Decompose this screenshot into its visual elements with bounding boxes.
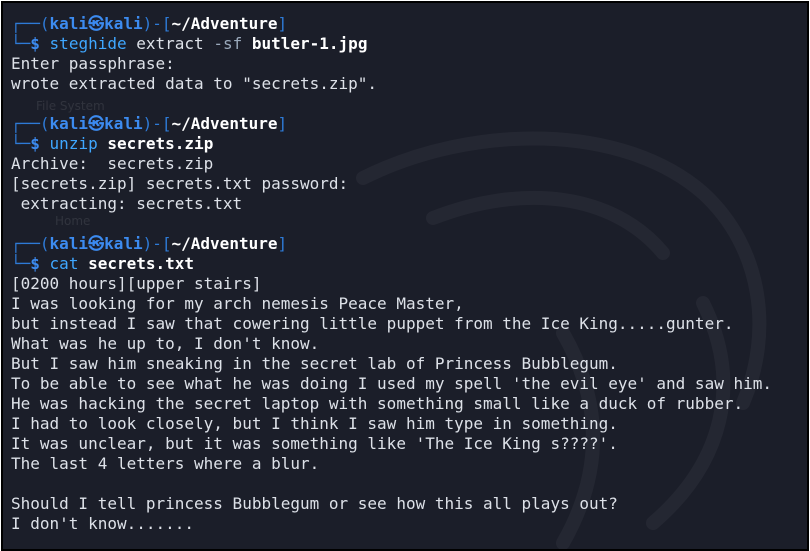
- prompt-user: kali: [49, 234, 89, 253]
- command-name: unzip: [49, 134, 98, 153]
- prompt-dollar: $: [30, 134, 40, 153]
- command-name: steghide: [49, 34, 127, 53]
- command-args: [98, 134, 108, 153]
- prompt-frame-close: ]: [277, 114, 288, 133]
- prompt-cwd: ~/Adventure: [171, 234, 278, 253]
- output-line: I was looking for my arch nemesis Peace …: [11, 294, 464, 313]
- prompt-symbol: ㉿: [88, 14, 105, 33]
- prompt-header: ┌──(kali㉿kali)-[~/Adventure]: [11, 114, 772, 134]
- output-line: But I saw him sneaking in the secret lab…: [11, 354, 618, 373]
- command-args: extract: [126, 34, 214, 53]
- output-line: [secrets.zip] secrets.txt password:: [11, 174, 349, 193]
- prompt-symbol: ㉿: [88, 114, 105, 133]
- command-option: -sf: [213, 34, 243, 53]
- prompt-frame-close: ]: [277, 234, 288, 253]
- command-file-arg: butler-1.jpg: [242, 34, 368, 53]
- prompt-host: kali: [104, 14, 143, 33]
- output-line: but instead I saw that cowering little p…: [11, 314, 734, 333]
- output-line: [0200 hours][upper stairs]: [11, 274, 262, 293]
- prompt-frame-top: ┌──(: [11, 14, 50, 33]
- prompt-frame-mid: )-[: [142, 234, 172, 253]
- output-line: It was unclear, but it was something lik…: [11, 434, 618, 453]
- command-line[interactable]: └─$ steghide extract -sf butler-1.jpg: [11, 34, 772, 54]
- terminal-window[interactable]: File System Home ┌──(kali㉿kali)-[~/Adven…: [1, 1, 809, 551]
- prompt-dollar: $: [30, 34, 40, 53]
- output-line: I don't know.......: [11, 514, 195, 533]
- prompt-cwd: ~/Adventure: [171, 114, 278, 133]
- prompt-cwd: ~/Adventure: [171, 14, 278, 33]
- prompt-symbol: ㉿: [88, 234, 105, 253]
- output-line: He was hacking the secret laptop with so…: [11, 394, 744, 413]
- command-file-arg: secrets.txt: [88, 254, 195, 273]
- prompt-frame-bottom: └─: [11, 254, 31, 273]
- command-file-arg: secrets.zip: [107, 134, 214, 153]
- prompt-host: kali: [104, 234, 143, 253]
- terminal-output[interactable]: ┌──(kali㉿kali)-[~/Adventure] └─$ steghide…: [11, 14, 772, 534]
- prompt-header: ┌──(kali㉿kali)-[~/Adventure]: [11, 14, 772, 34]
- prompt-dollar: $: [30, 254, 40, 273]
- output-line: To be able to see what he was doing I us…: [11, 374, 772, 393]
- output-line: Should I tell princess Bubblegum or see …: [11, 494, 618, 513]
- prompt-frame-bottom: └─: [11, 134, 31, 153]
- prompt-frame-mid: )-[: [142, 114, 172, 133]
- command-line[interactable]: └─$ cat secrets.txt: [11, 254, 772, 274]
- output-line: Enter passphrase:: [11, 54, 175, 73]
- prompt-frame-top: ┌──(: [11, 114, 50, 133]
- output-line: wrote extracted data to "secrets.zip".: [11, 74, 378, 93]
- prompt-host: kali: [104, 114, 143, 133]
- prompt-header: ┌──(kali㉿kali)-[~/Adventure]: [11, 234, 772, 254]
- prompt-frame-close: ]: [277, 14, 288, 33]
- output-line: The last 4 letters where a blur.: [11, 454, 320, 473]
- output-line: I had to look closely, but I think I saw…: [11, 414, 618, 433]
- prompt-user: kali: [49, 114, 89, 133]
- prompt-user: kali: [49, 14, 89, 33]
- command-name: cat: [49, 254, 79, 273]
- output-line: extracting: secrets.txt: [11, 194, 243, 213]
- prompt-frame-top: ┌──(: [11, 234, 50, 253]
- command-args: [78, 254, 88, 273]
- output-line: Archive: secrets.zip: [11, 154, 214, 173]
- command-line[interactable]: └─$ unzip secrets.zip: [11, 134, 772, 154]
- output-line: What was he up to, I don't know.: [11, 334, 320, 353]
- prompt-frame-mid: )-[: [142, 14, 172, 33]
- prompt-frame-bottom: └─: [11, 34, 31, 53]
